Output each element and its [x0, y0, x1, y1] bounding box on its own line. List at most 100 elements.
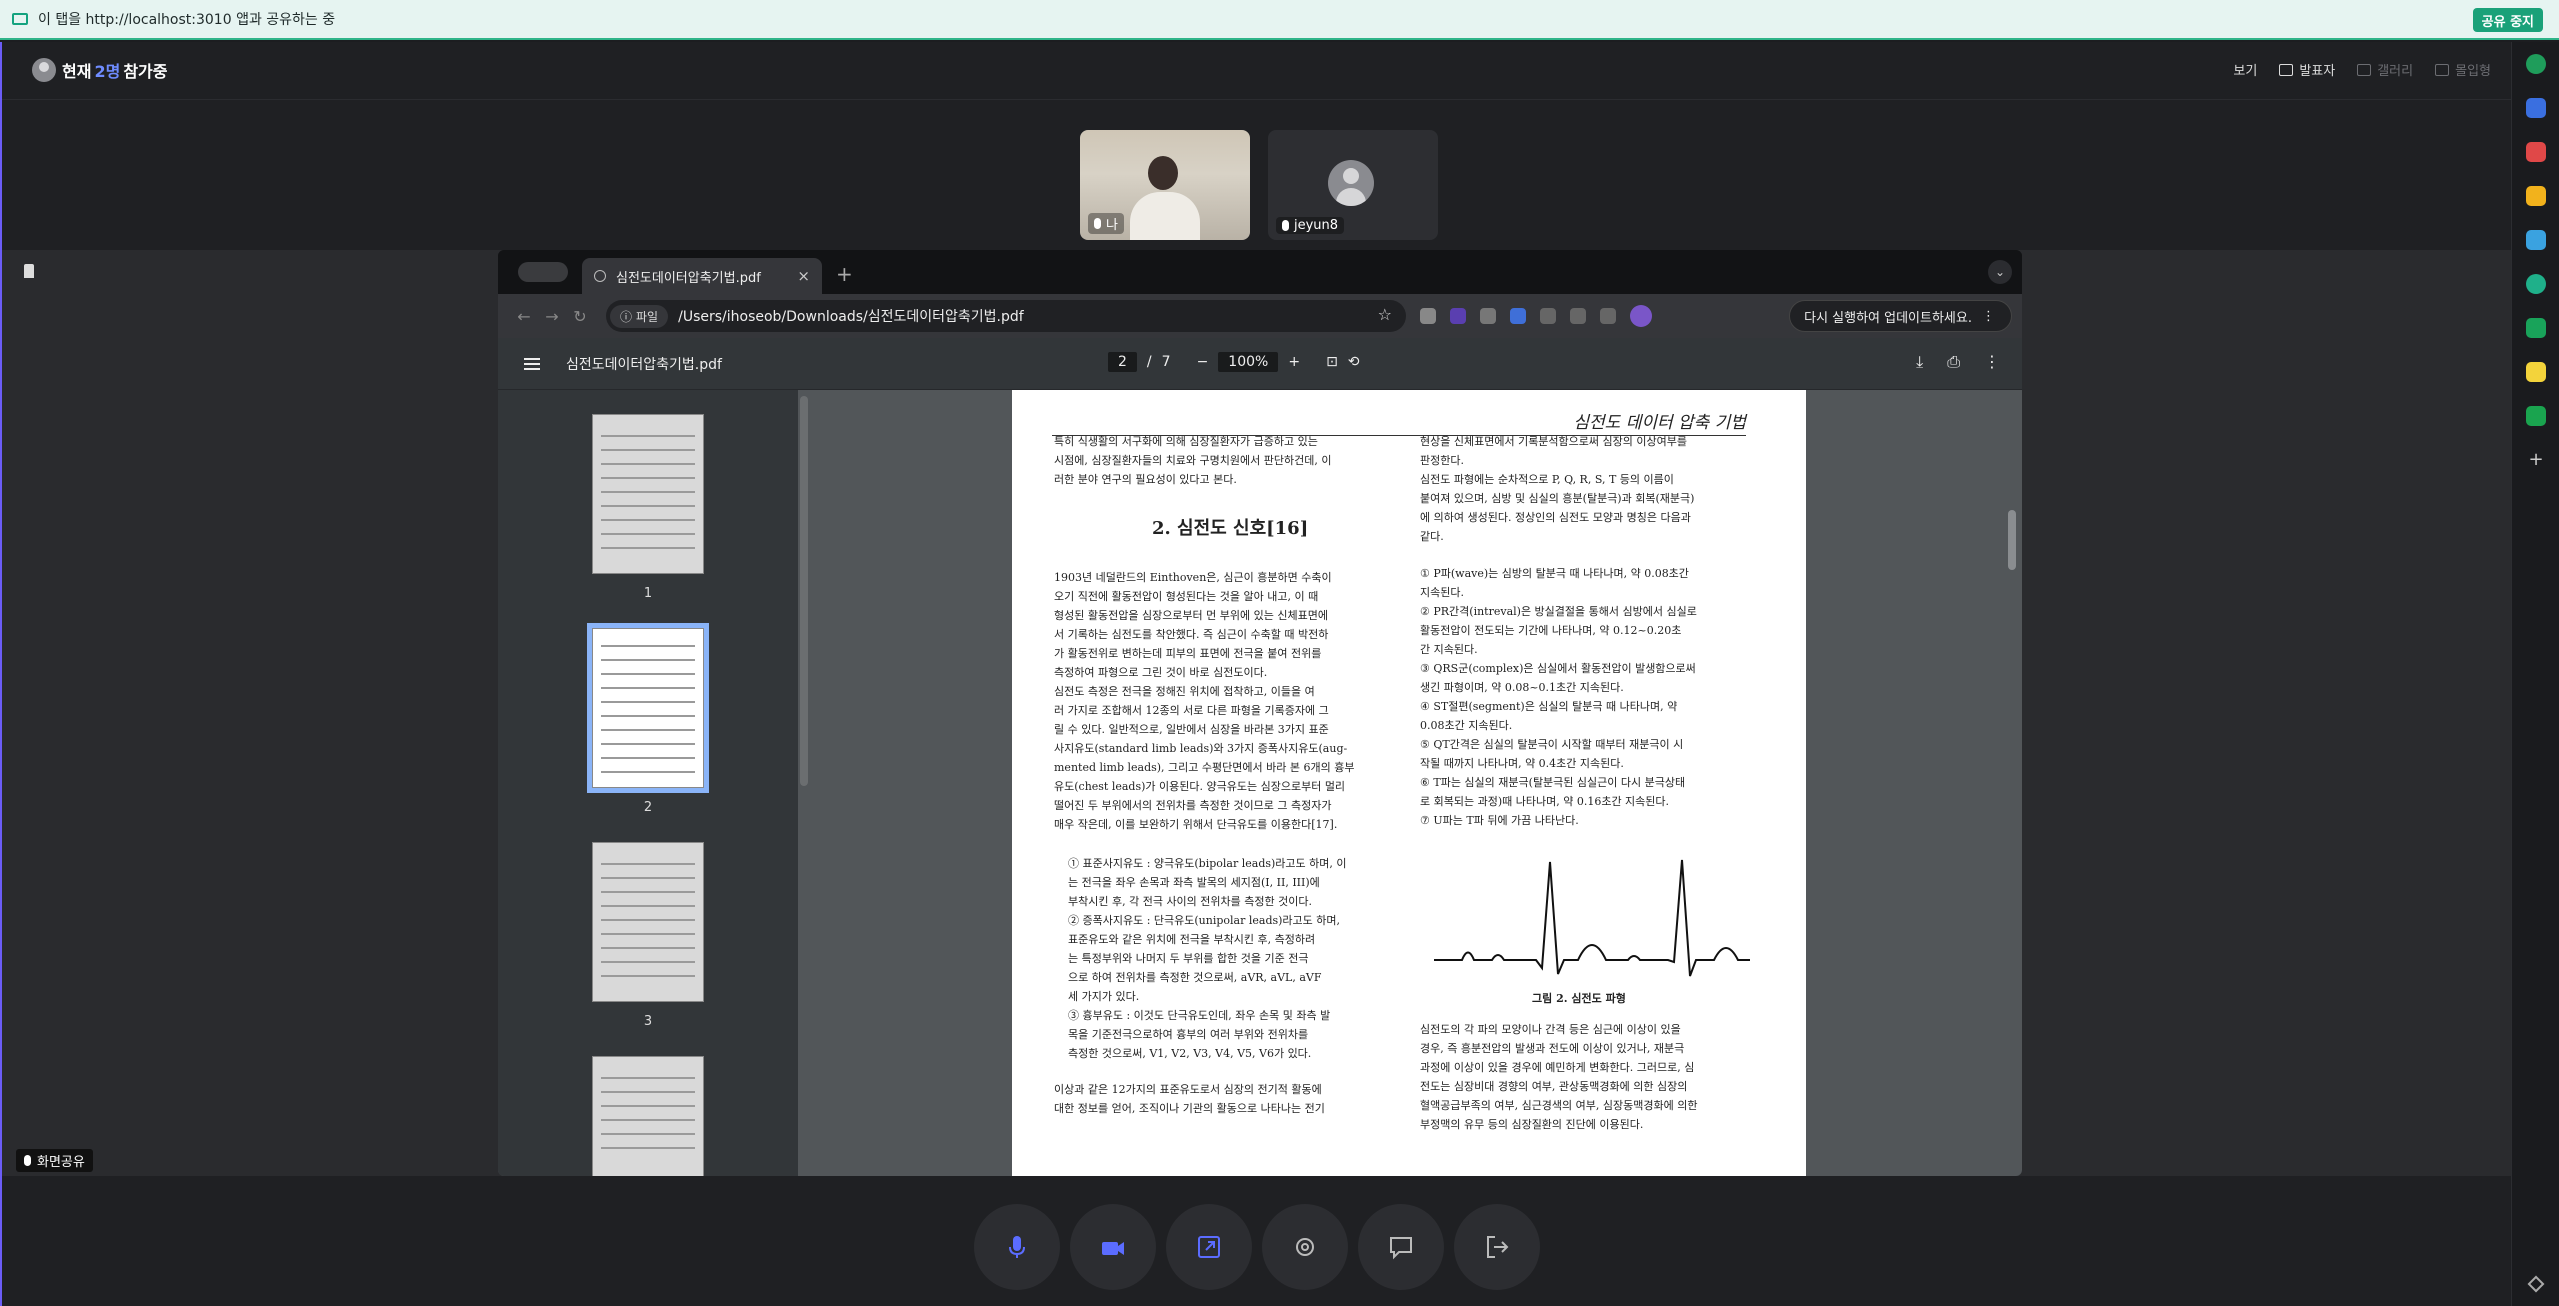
site-info-label: 파일 — [636, 309, 659, 324]
right-column-end: 심전도의 각 파의 모양이나 간격 등은 심근에 이상이 있을 경우, 즉 흥분전… — [1420, 1020, 1750, 1134]
microphone-button[interactable] — [973, 1204, 1060, 1290]
mic-icon — [1282, 220, 1289, 231]
download-icon[interactable]: ⤓ — [1916, 352, 1923, 372]
profile-avatar[interactable] — [1630, 305, 1652, 327]
text-line: 측정하여 파형으로 그린 것이 바로 심전도이다. — [1054, 666, 1268, 679]
info-icon: ⓘ — [620, 309, 633, 324]
text-line: 오기 직전에 활동전압이 형성된다는 것을 알아 내고, 이 때 — [1054, 590, 1319, 603]
text-line: 같다. — [1420, 530, 1444, 543]
text-line: ② PR간격(intreval)은 방실결절을 통해서 심방에서 심실로 — [1420, 605, 1697, 618]
text-line: 생긴 파형이며, 약 0.08~0.1초간 지속된다. — [1420, 681, 1624, 694]
text-line: 사지유도(standard limb leads)와 3가지 증폭사지유도(au… — [1054, 742, 1348, 755]
text-line: 측정한 것으로써, V1, V2, V3, V4, V5, V6가 있다. — [1068, 1047, 1312, 1060]
app-icon[interactable] — [2526, 318, 2546, 338]
thumbnail-number: 1 — [643, 586, 653, 601]
participant-tiles: 나 jeyun8 — [1080, 130, 1438, 240]
site-info-chip[interactable]: ⓘ 파일 — [610, 304, 669, 328]
zoom-in-icon[interactable]: + — [1288, 354, 1300, 370]
microphone-icon — [1008, 1236, 1025, 1258]
user-icon — [32, 58, 56, 82]
play-icon[interactable] — [2526, 406, 2546, 426]
app-icon[interactable] — [2526, 362, 2546, 382]
tab-search-button[interactable]: ⌄ — [1988, 260, 2012, 284]
stop-sharing-button[interactable]: 공유 중지 — [2472, 8, 2543, 32]
text-line: 1903년 네덜란드의 Einthoven은, 심근이 흥분하면 수축이 — [1054, 571, 1332, 584]
text-line: 서 기록하는 심전도를 착안했다. 즉 심근이 수축할 때 박전하 — [1054, 628, 1329, 641]
view-presenter-button[interactable]: 발표자 — [2279, 60, 2335, 79]
extension-icon[interactable] — [1480, 308, 1496, 324]
text-line: 시점에, 심장질환자들의 치료와 구명치원에서 판단하건데, 이 — [1054, 454, 1332, 467]
text-line: 현상을 신체표면에서 기록분석함으로써 심장의 이상여부를 — [1420, 435, 1687, 448]
app-icon[interactable] — [2526, 98, 2546, 118]
extension-icon[interactable] — [1450, 308, 1466, 324]
text-line: 부착시킨 후, 각 전극 사이의 전위차를 측정한 것이다. — [1068, 895, 1312, 908]
document-scrollbar[interactable] — [2008, 510, 2016, 570]
page-thumbnail-selected[interactable] — [587, 623, 709, 793]
zoom-input[interactable]: 100% — [1218, 352, 1279, 372]
tab-pdf[interactable]: 심전도데이터압축기법.pdf × — [582, 258, 822, 294]
fit-page-icon[interactable]: ⊡ — [1326, 354, 1338, 370]
app-icon[interactable] — [2526, 186, 2546, 206]
text-line: ① P파(wave)는 심방의 탈분극 때 나타나며, 약 0.08초간 — [1420, 567, 1689, 580]
page-separator: / — [1146, 354, 1152, 370]
participant-tile-me[interactable]: 나 — [1080, 130, 1250, 240]
page-thumbnail[interactable] — [592, 842, 704, 1002]
page-number-input[interactable]: 2 — [1108, 352, 1137, 372]
text-line: 표준유도와 같은 위치에 전극을 부착시킨 후, 측정하려 — [1068, 933, 1316, 946]
text-line: 는 전극을 좌우 손목과 좌측 발목의 세지점(I, II, III)에 — [1068, 876, 1320, 889]
side-panel-icon[interactable] — [1600, 308, 1616, 324]
back-icon[interactable]: ← — [510, 307, 538, 326]
shared-browser-window: 심전도데이터압축기법.pdf × + ⌄ ← → ↻ ⓘ 파일 /Users/ih… — [498, 250, 2022, 1176]
share-banner-text: 이 탭을 http://localhost:3010 앱과 공유하는 중 — [38, 12, 336, 28]
page-thumbnail[interactable] — [592, 1056, 704, 1176]
close-tab-icon[interactable]: × — [797, 267, 810, 285]
chat-button[interactable] — [1357, 1204, 1444, 1290]
translate-icon[interactable] — [1510, 308, 1526, 324]
settings-button[interactable] — [1261, 1204, 1348, 1290]
add-icon[interactable]: + — [2526, 450, 2546, 470]
puzzle-icon[interactable] — [1540, 308, 1556, 324]
app-icon[interactable] — [2526, 142, 2546, 162]
reload-icon[interactable]: ↻ — [566, 307, 594, 326]
app-icon[interactable] — [2526, 274, 2546, 294]
participants-suffix: 참가중 — [123, 62, 168, 81]
bookmark-star-icon[interactable]: ☆ — [1378, 305, 1392, 324]
zoom-out-icon[interactable]: − — [1197, 354, 1209, 370]
download-icon[interactable] — [1570, 308, 1586, 324]
view-label: 보기 — [2233, 64, 2258, 79]
text-line: 이상과 같은 12가지의 표준유도로서 심장의 전기적 활동에 — [1054, 1083, 1322, 1096]
view-immersive-button[interactable]: 몰입형 — [2435, 60, 2491, 79]
extension-icon[interactable] — [1420, 308, 1436, 324]
camera-button[interactable] — [1069, 1204, 1156, 1290]
text-line: 심전도 측정은 전극을 정해진 위치에 접착하고, 이들을 여 — [1054, 685, 1315, 698]
video-person — [1130, 192, 1200, 240]
mic-icon — [24, 1155, 31, 1166]
sidebar-scrollbar[interactable] — [800, 396, 808, 786]
page-thumbnail[interactable] — [592, 414, 704, 574]
forward-icon[interactable]: → — [538, 307, 566, 326]
participants-count[interactable]: 현재 2명 참가중 — [32, 58, 167, 82]
tile-name: 나 — [1106, 218, 1118, 233]
pin-icon[interactable] — [24, 264, 34, 278]
new-tab-button[interactable]: + — [836, 262, 853, 286]
chat-icon — [1389, 1237, 1412, 1260]
participant-tile-jeyun8[interactable]: jeyun8 — [1268, 130, 1438, 240]
more-vert-icon[interactable]: ⋮ — [1984, 352, 2000, 372]
app-icon[interactable] — [2526, 54, 2546, 74]
immersive-icon — [2435, 63, 2450, 76]
tab-group-chip[interactable] — [518, 262, 568, 282]
app-icon[interactable] — [2526, 230, 2546, 250]
print-icon[interactable]: ⎙ — [1947, 352, 1960, 372]
menu-icon[interactable] — [524, 357, 540, 370]
address-bar[interactable]: ⓘ 파일 /Users/ihoseob/Downloads/심전도데이터압축기법.… — [606, 300, 1406, 332]
view-mode-selector: 보기 발표자 갤러리 몰입형 — [2233, 60, 2491, 79]
view-gallery-button[interactable]: 갤러리 — [2357, 60, 2413, 79]
text-line: ① 표준사지유도 : 양극유도(bipolar leads)라고도 하며, 이 — [1068, 857, 1347, 870]
update-button[interactable]: 다시 실행하여 업데이트하세요. ⋮ — [1789, 300, 2012, 332]
screen-share-button[interactable] — [1165, 1204, 1252, 1290]
right-column-top: 현상을 신체표면에서 기록분석함으로써 심장의 이상여부를 판정한다. 심전도 파형… — [1420, 432, 1750, 546]
leave-button[interactable] — [1453, 1204, 1540, 1290]
text-line: 작될 때까지 나타나며, 약 0.4초간 지속된다. — [1420, 757, 1624, 770]
meeting-app: 현재 2명 참가중 보기 발표자 갤러리 몰입형 나 jeyun8 화면공유 심… — [0, 42, 2511, 1306]
rotate-icon[interactable]: ⟲ — [1348, 354, 1360, 370]
